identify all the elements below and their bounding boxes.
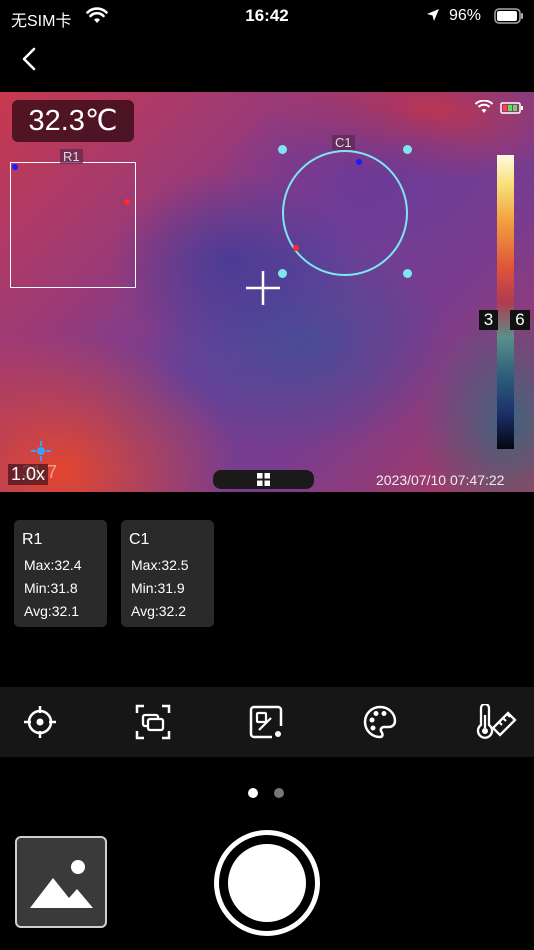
location-arrow-icon: [427, 9, 439, 21]
c1-resize-handle[interactable]: [403, 145, 412, 154]
layout-toggle-button[interactable]: [213, 470, 314, 489]
shutter-inner: [228, 844, 306, 922]
center-temperature-readout: 32.3℃: [12, 100, 134, 142]
r1-measurement-rectangle[interactable]: [10, 162, 136, 288]
capture-datetime: 2023/07/10 07:47:22: [376, 472, 505, 488]
card-max: Max:32.5: [131, 557, 189, 573]
r1-max-marker: [124, 199, 130, 205]
battery-percent: 96%: [449, 7, 482, 24]
color-scale-bar: [497, 155, 514, 449]
r1-label: R1: [60, 149, 83, 164]
c1-resize-handle[interactable]: [278, 145, 287, 154]
zoom-level[interactable]: 1.0x: [8, 464, 49, 485]
battery-icon: [494, 8, 523, 24]
card-title: C1: [129, 531, 150, 548]
c1-stats-card[interactable]: C1 Max:32.5 Min:31.9 Avg:32.2: [121, 520, 214, 627]
r1-min-marker: [12, 164, 18, 170]
palette-icon[interactable]: [362, 704, 398, 740]
c1-label: C1: [332, 135, 355, 150]
grid-icon: [257, 473, 270, 486]
card-min: Min:31.9: [131, 580, 185, 596]
r1-stats-card[interactable]: R1 Max:32.4 Min:31.8 Avg:32.1: [14, 520, 107, 627]
c1-measurement-circle[interactable]: [282, 150, 408, 276]
scale-value-right: 6: [510, 310, 530, 330]
hot-spot-marker-icon: [31, 441, 51, 461]
card-title: R1: [22, 531, 43, 548]
scale-value-left: 3: [479, 310, 498, 330]
c1-max-marker: [293, 245, 299, 251]
device-wifi-icon: [474, 100, 494, 113]
thermal-camera-view[interactable]: 32.3℃ R1 C1 31.7 1.0x 2023/07/1: [0, 92, 534, 492]
image-edit-icon[interactable]: [248, 704, 284, 740]
card-avg: Avg:32.1: [24, 603, 80, 619]
c1-min-marker: [356, 159, 362, 165]
card-max: Max:32.4: [24, 557, 82, 573]
device-battery-icon: [500, 102, 523, 114]
card-min: Min:31.8: [24, 580, 78, 596]
page-indicator-dot[interactable]: [274, 788, 284, 798]
page-indicator-dot-active[interactable]: [248, 788, 258, 798]
crosshair-icon[interactable]: [22, 704, 58, 740]
thermometer-ruler-icon[interactable]: [475, 704, 517, 740]
region-select-icon[interactable]: [135, 704, 171, 740]
gallery-image-icon: [30, 860, 93, 908]
c1-resize-handle[interactable]: [403, 269, 412, 278]
center-crosshair-icon: [246, 271, 280, 305]
back-chevron-icon[interactable]: [18, 46, 42, 72]
status-bar: 无SIM卡 16:42 96%: [0, 0, 534, 34]
tool-bar: [0, 687, 534, 757]
capture-shutter-button[interactable]: [214, 830, 320, 936]
card-avg: Avg:32.2: [131, 603, 187, 619]
gallery-button[interactable]: [15, 836, 107, 928]
